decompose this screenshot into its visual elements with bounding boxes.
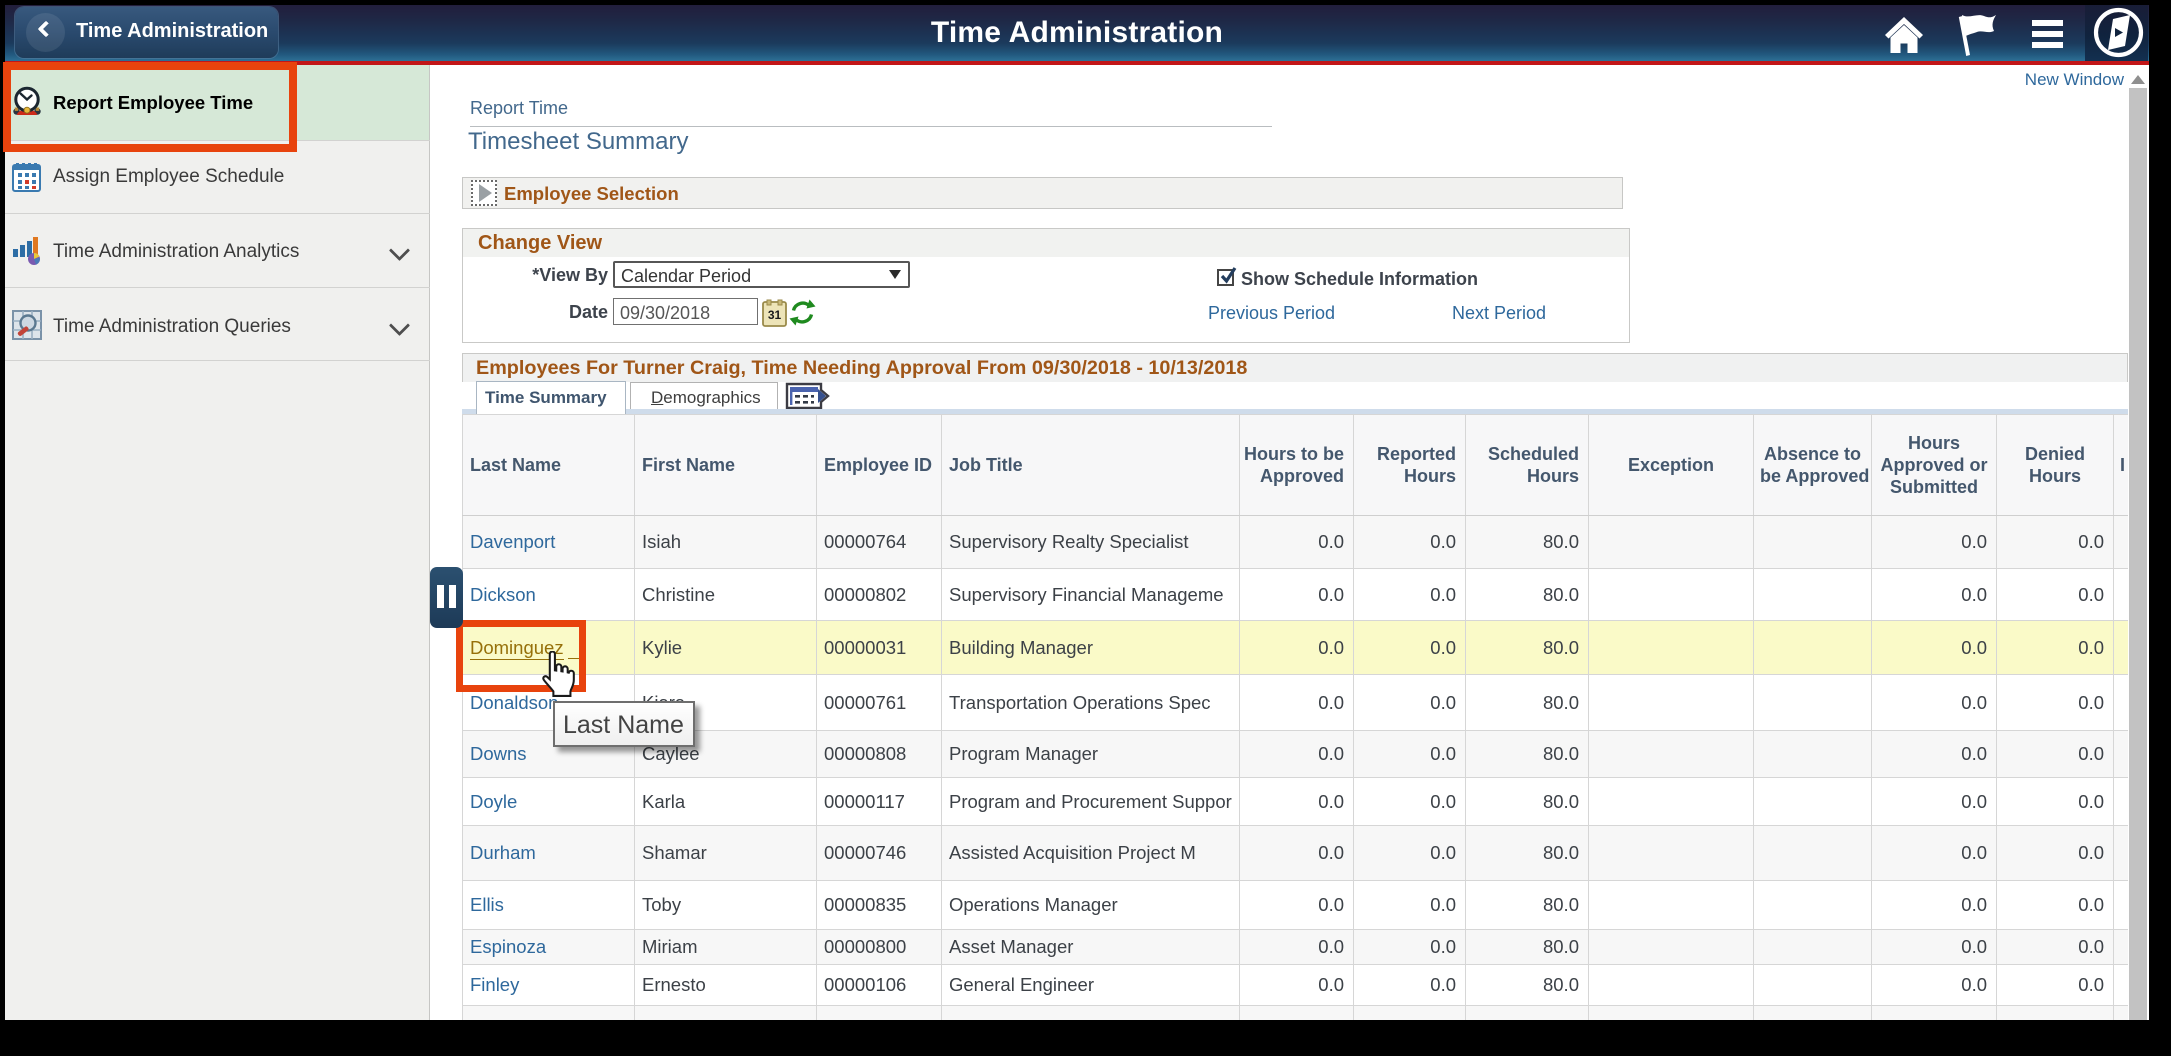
svg-text:31: 31 (768, 308, 782, 322)
